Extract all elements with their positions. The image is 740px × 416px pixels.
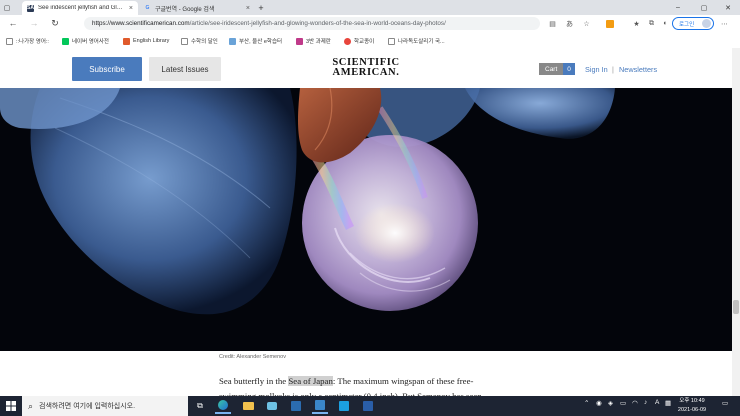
app-icon[interactable] xyxy=(336,398,352,414)
tab-google-search[interactable]: G 구글번역 - Google 검색 × xyxy=(139,1,255,15)
close-tab-icon[interactable]: × xyxy=(129,5,133,12)
latest-issues-button[interactable]: Latest Issues xyxy=(149,57,221,81)
tab-scientific-american[interactable]: SA See iridescent jellyfish and Glowing … xyxy=(22,1,138,15)
tray-app-icon[interactable]: ◉ xyxy=(596,399,602,407)
bookmark-item[interactable]: 수학의 달인 xyxy=(181,36,218,46)
file-explorer-icon[interactable] xyxy=(240,398,256,414)
translate-icon[interactable]: あ xyxy=(563,17,576,30)
add-favorite-icon[interactable]: ☆ xyxy=(580,17,593,30)
app-icon[interactable] xyxy=(312,398,328,414)
tray-app-icon[interactable]: ◈ xyxy=(608,399,613,407)
taskbar-clock[interactable]: 오후 10:49 2021-06-09 xyxy=(672,397,712,415)
minimize-icon[interactable]: – xyxy=(668,0,688,15)
bookmark-item[interactable]: ::나가장 영어:: xyxy=(6,36,49,46)
taskbar-search[interactable]: ⌕ 검색하려면 여기에 입력하십시오. xyxy=(22,396,188,416)
sign-in-link[interactable]: Sign In xyxy=(585,65,608,74)
page-icon xyxy=(181,37,188,45)
windows-icon xyxy=(6,401,16,411)
library-icon xyxy=(123,37,130,45)
back-icon[interactable]: ← xyxy=(6,16,20,30)
address-bar[interactable]: https://www.scientificamerican.com/artic… xyxy=(84,17,540,30)
bookmark-item[interactable]: 학교종이 xyxy=(344,36,374,46)
class-icon xyxy=(296,37,303,45)
ime-mode-icon[interactable]: ▦ xyxy=(665,399,671,407)
subscribe-button[interactable]: Subscribe xyxy=(72,57,142,81)
sea-butterfly-illustration xyxy=(0,88,732,351)
avatar-icon xyxy=(702,19,711,28)
tab-title: 구글번역 - Google 검색 xyxy=(155,6,215,13)
page-icon xyxy=(6,37,13,45)
bookmark-item[interactable]: 3반 과제란 xyxy=(296,36,331,46)
new-tab-button[interactable]: + xyxy=(254,0,268,15)
search-placeholder: 검색하려면 여기에 입력하십시오. xyxy=(39,403,136,410)
ime-lang[interactable]: A xyxy=(655,399,659,406)
bookmark-item[interactable]: 나라독도살리기 국... xyxy=(388,36,445,46)
naver-icon xyxy=(62,37,69,45)
site-logo[interactable]: SCIENTIFIC AMERICAN. xyxy=(320,57,412,78)
chat-icon[interactable] xyxy=(264,398,280,414)
extension-icon[interactable] xyxy=(603,17,616,30)
search-icon: ⌕ xyxy=(28,400,34,411)
edge-icon[interactable]: ◐ xyxy=(659,17,672,30)
reader-mode-icon[interactable]: ▤ xyxy=(546,17,559,30)
school-icon xyxy=(229,37,236,45)
profile-label: 로그인 xyxy=(679,21,695,28)
page-scrollbar[interactable] xyxy=(732,48,740,396)
refresh-icon[interactable]: ↻ xyxy=(48,16,62,30)
scrollbar-thumb[interactable] xyxy=(733,300,739,314)
tab-actions-icon[interactable]: ▢ xyxy=(0,0,14,15)
app-icon[interactable] xyxy=(288,398,304,414)
notification-icon[interactable]: ▭ xyxy=(722,399,728,407)
forward-icon[interactable]: → xyxy=(27,16,41,30)
photo-credit: Credit: Alexander Semenov xyxy=(219,354,286,360)
profile-button[interactable]: 로그인 xyxy=(672,17,714,30)
start-button[interactable] xyxy=(0,396,22,416)
maximize-icon[interactable]: ▢ xyxy=(694,0,714,15)
volume-icon[interactable]: ♪ xyxy=(644,399,647,406)
header-separator: | xyxy=(612,65,614,74)
url-host: https://www.scientificamerican.com xyxy=(92,20,190,27)
school-bell-icon xyxy=(344,37,351,45)
cart-label: Cart xyxy=(539,63,564,75)
newsletters-link[interactable]: Newsletters xyxy=(619,65,657,74)
tab-title: See iridescent jellyfish and Glowing xyxy=(38,5,125,11)
network-icon[interactable]: ◠ xyxy=(632,399,638,407)
url-path: /article/see-iridescent-jellyfish-and-gl… xyxy=(189,20,446,27)
tray-chevron-icon[interactable]: ⌃ xyxy=(584,399,589,407)
app-icon[interactable] xyxy=(360,398,376,414)
cart-count: 0 xyxy=(563,63,575,75)
task-view-icon[interactable]: ⧉ xyxy=(192,398,208,414)
sa-favicon-icon: SA xyxy=(27,4,34,12)
edge-taskbar-icon[interactable] xyxy=(215,398,231,414)
collections-icon[interactable]: ⧉ xyxy=(645,17,658,30)
battery-icon[interactable]: ▭ xyxy=(620,399,626,407)
favorites-icon[interactable]: ★ xyxy=(630,17,643,30)
close-window-icon[interactable]: ✕ xyxy=(718,0,738,15)
bookmark-item[interactable]: 네이버 영어사전 xyxy=(62,36,109,46)
page-icon xyxy=(388,37,395,45)
hero-photo xyxy=(0,88,732,351)
google-favicon-icon: G xyxy=(145,4,150,11)
close-tab-icon[interactable]: × xyxy=(246,5,250,12)
bookmark-item[interactable]: 부산, 울산 e학습터 xyxy=(229,36,282,46)
more-icon[interactable]: ⋯ xyxy=(718,17,731,30)
highlighted-text: Sea of Japan xyxy=(288,376,333,386)
bookmark-item[interactable]: English Library xyxy=(123,36,169,46)
cart-button[interactable]: Cart 0 xyxy=(539,63,575,75)
